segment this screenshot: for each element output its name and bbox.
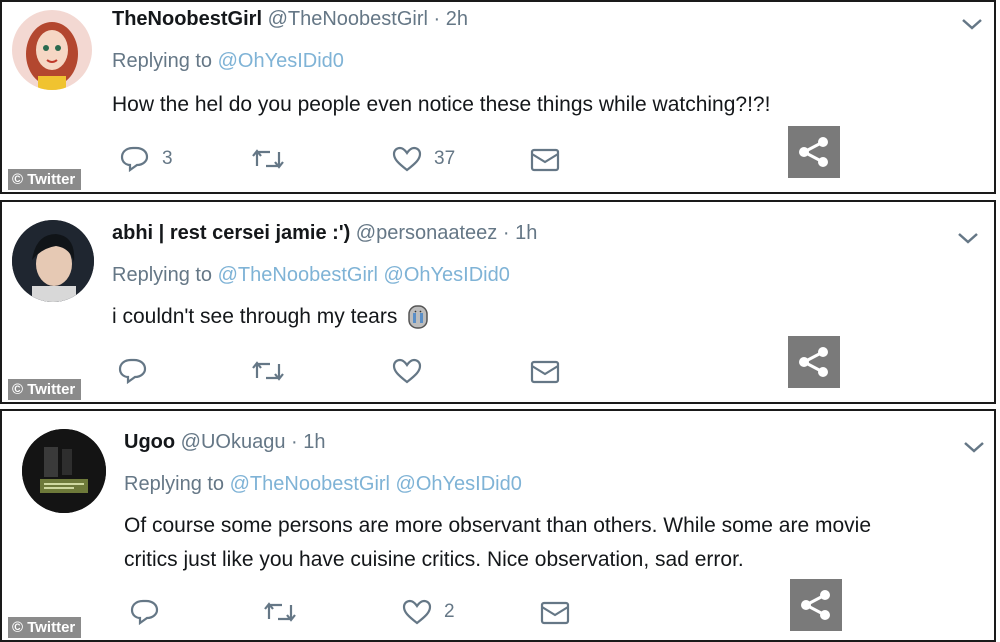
tweet-text: How the hel do you people even notice th… (112, 93, 771, 116)
timestamp[interactable]: · 1h (291, 431, 325, 453)
tweet-header: Ugoo @UOkuagu · 1h (124, 431, 325, 454)
retweet-button[interactable] (252, 148, 284, 170)
share-icon (799, 347, 828, 377)
tweet-card-3: Ugoo @UOkuagu · 1h Replying to @TheNoobe… (0, 409, 996, 642)
replying-label: Replying to (112, 264, 213, 286)
user-handle[interactable]: @TheNoobestGirl (268, 8, 428, 30)
tweet-header: abhi | rest cersei jamie :') @personaate… (112, 222, 537, 245)
chevron-down-icon[interactable] (956, 230, 980, 246)
tweet-text-line-1: Of course some persons are more observan… (124, 514, 871, 537)
reply-count: 3 (162, 148, 173, 169)
chevron-down-icon[interactable] (962, 439, 986, 455)
tweet-text: i couldn't see through my tears (112, 305, 398, 328)
display-name[interactable]: TheNoobestGirl (112, 8, 262, 30)
tweet-card-1: TheNoobestGirl @TheNoobestGirl · 2h Repl… (0, 0, 996, 194)
like-count: 37 (434, 148, 456, 169)
replying-label: Replying to (112, 50, 213, 72)
like-button[interactable]: 37 (392, 146, 455, 172)
replying-to: Replying to @TheNoobestGirl @OhYesIDid0 (124, 473, 522, 496)
tweet-card-2: abhi | rest cersei jamie :') @personaate… (0, 200, 996, 404)
crying-face-icon (408, 305, 429, 329)
reply-icon (118, 358, 147, 384)
replying-to: Replying to @OhYesIDid0 (112, 50, 344, 73)
reply-button[interactable] (118, 358, 160, 384)
display-name[interactable]: abhi | rest cersei jamie :') (112, 222, 350, 244)
like-button[interactable]: 2 (402, 599, 455, 625)
tweet-header: TheNoobestGirl @TheNoobestGirl · 2h (112, 8, 468, 31)
share-icon (799, 137, 828, 167)
retweet-icon (252, 149, 284, 169)
like-button[interactable] (392, 358, 422, 384)
reply-icon (130, 599, 159, 625)
display-name[interactable]: Ugoo (124, 431, 175, 453)
dm-button[interactable] (530, 148, 560, 172)
timestamp[interactable]: · 1h (503, 222, 537, 244)
retweet-button[interactable] (264, 601, 296, 623)
replying-label: Replying to (124, 473, 225, 495)
reply-button[interactable]: 3 (120, 146, 173, 172)
tweet-text-row: i couldn't see through my tears (112, 300, 429, 334)
user-handle[interactable]: @personaateez (356, 222, 498, 244)
heart-icon (392, 146, 422, 172)
retweet-icon (264, 602, 296, 622)
twitter-watermark: © Twitter (8, 617, 82, 638)
reply-button[interactable] (130, 599, 172, 625)
timestamp[interactable]: · 2h (434, 8, 468, 30)
tweet-text-line-2: critics just like you have cuisine criti… (124, 548, 744, 571)
retweet-icon (252, 361, 284, 381)
envelope-icon (540, 601, 570, 625)
like-count: 2 (444, 601, 455, 622)
twitter-watermark: © Twitter (8, 379, 82, 400)
share-button[interactable] (790, 579, 842, 631)
reply-icon (120, 146, 149, 172)
dm-button[interactable] (540, 601, 570, 625)
twitter-watermark: © Twitter (8, 169, 82, 190)
mention-link[interactable]: @TheNoobestGirl @OhYesIDid0 (218, 264, 510, 286)
envelope-icon (530, 360, 560, 384)
mention-link[interactable]: @OhYesIDid0 (218, 50, 344, 72)
retweet-button[interactable] (252, 360, 284, 382)
share-button[interactable] (788, 336, 840, 388)
share-icon (801, 590, 830, 620)
heart-icon (392, 358, 422, 384)
heart-icon (402, 599, 432, 625)
avatar[interactable] (12, 220, 94, 302)
envelope-icon (530, 148, 560, 172)
replying-to: Replying to @TheNoobestGirl @OhYesIDid0 (112, 264, 510, 287)
user-handle[interactable]: @UOkuagu (181, 431, 286, 453)
tweet-text: Of course some persons are more observan… (124, 509, 871, 577)
dm-button[interactable] (530, 360, 560, 384)
share-button[interactable] (788, 126, 840, 178)
chevron-down-icon[interactable] (960, 16, 984, 32)
mention-link[interactable]: @TheNoobestGirl @OhYesIDid0 (230, 473, 522, 495)
avatar[interactable] (22, 429, 106, 513)
avatar[interactable] (12, 10, 92, 90)
